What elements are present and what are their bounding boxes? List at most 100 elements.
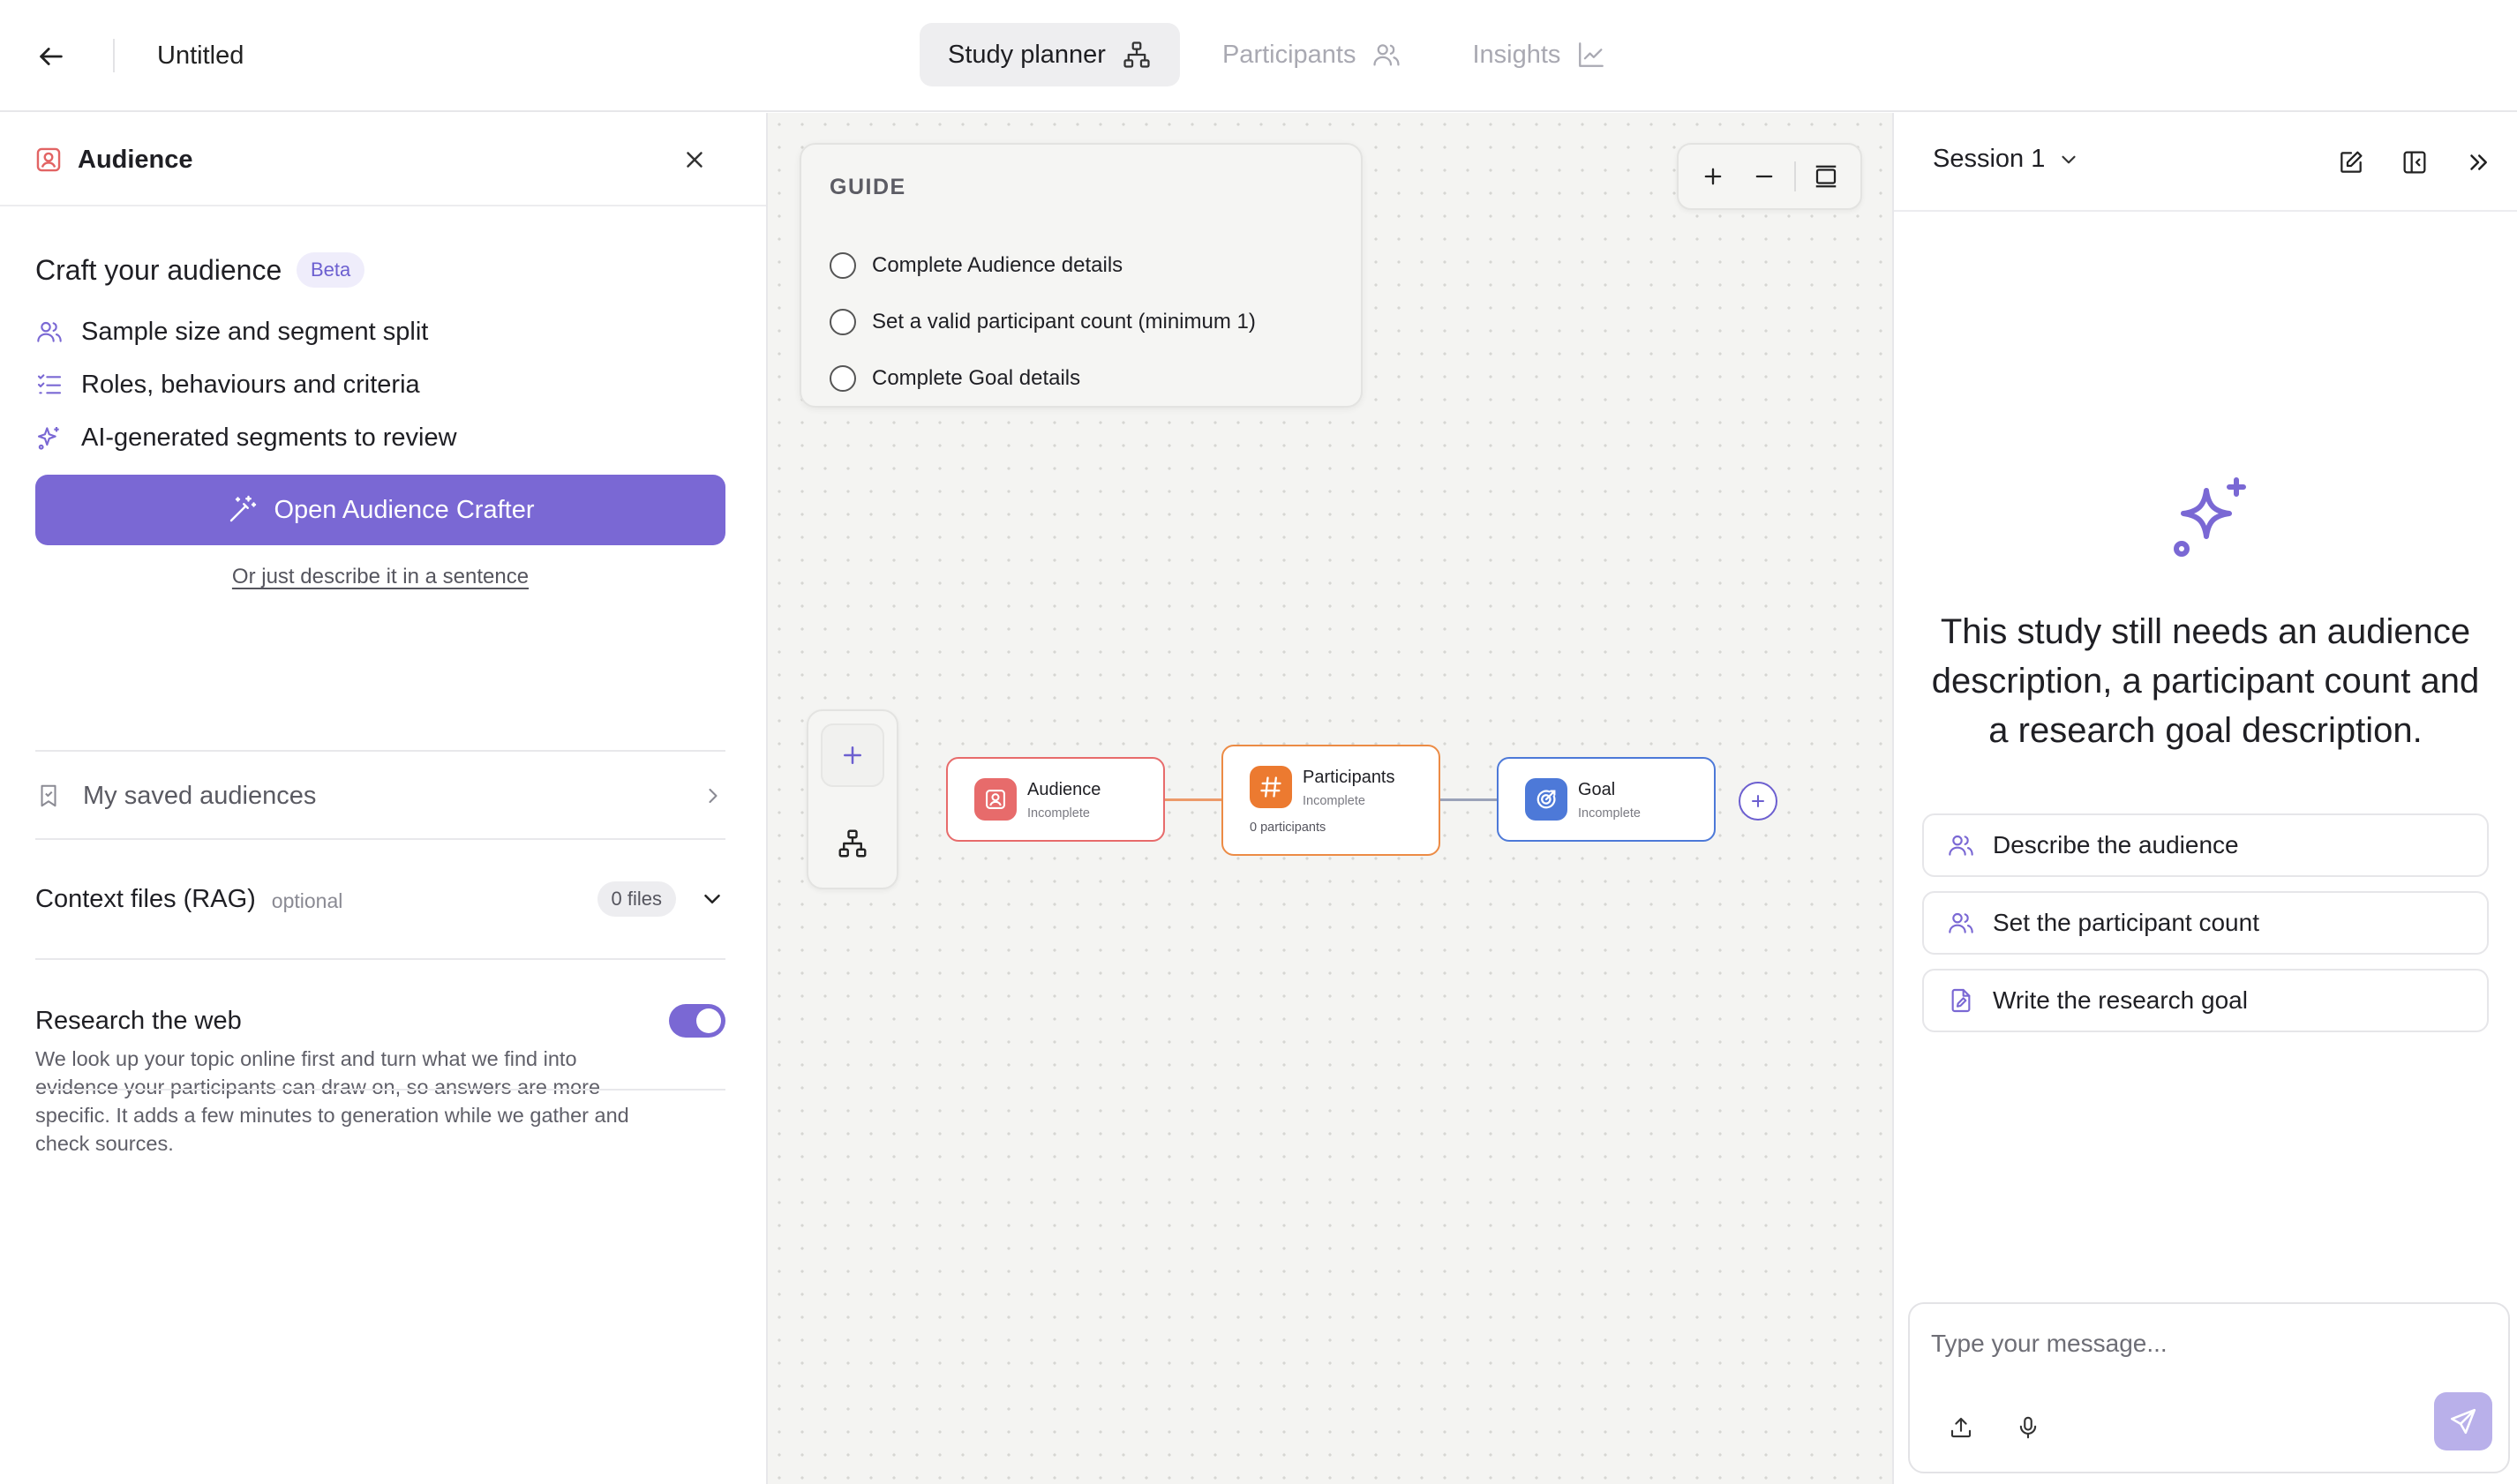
- files-count-badge: 0 files: [597, 881, 676, 917]
- saved-audiences-row[interactable]: My saved audiences: [35, 752, 725, 840]
- sitemap-icon: [838, 829, 867, 858]
- describe-in-sentence-link[interactable]: Or just describe it in a sentence: [0, 565, 761, 589]
- view-tabs: Study planner Participants Insights: [920, 23, 1634, 86]
- auto-layout-button[interactable]: [821, 812, 884, 875]
- guide-title: GUIDE: [830, 175, 906, 199]
- node-title: Goal: [1578, 780, 1616, 799]
- edge-audience-participants: [1165, 798, 1221, 801]
- collapse-panel-button[interactable]: [2457, 141, 2499, 184]
- microphone-icon: [2019, 1416, 2037, 1439]
- zoom-controls: [1677, 143, 1862, 210]
- context-files-label: Context files (RAG): [35, 884, 256, 913]
- sparkle-icon: [2174, 477, 2246, 557]
- document-title[interactable]: Untitled: [157, 39, 244, 72]
- users-icon: [1373, 44, 1401, 66]
- tab-participants[interactable]: Participants: [1194, 23, 1431, 86]
- checklist-icon: [37, 374, 62, 394]
- flow-canvas[interactable]: GUIDE Complete Audience details Set a va…: [768, 113, 1892, 1484]
- divider: [113, 39, 115, 72]
- line-chart-icon: [1579, 42, 1604, 67]
- feature-roles: Roles, behaviours and criteria: [35, 367, 420, 402]
- saved-audiences-label: My saved audiences: [83, 781, 317, 810]
- checkbox-circle-icon[interactable]: [830, 252, 856, 279]
- open-audience-crafter-button[interactable]: Open Audience Crafter: [35, 475, 725, 545]
- tab-label: Study planner: [948, 40, 1106, 69]
- empty-state-message: This study still needs an audience descr…: [1931, 612, 2480, 750]
- node-goal[interactable]: Goal Incomplete: [1497, 757, 1716, 842]
- sitemap-icon: [1123, 41, 1150, 68]
- suggestion-participant-count[interactable]: Set the participant count: [1922, 891, 2489, 955]
- plus-icon: [1752, 795, 1764, 807]
- zoom-in-button[interactable]: [1692, 155, 1734, 198]
- users-icon: [1949, 835, 1973, 856]
- guide-item[interactable]: Complete Audience details: [830, 252, 1123, 279]
- top-bar: Untitled Study planner Participants Insi…: [0, 0, 2517, 112]
- plus-icon: [1704, 168, 1722, 185]
- audience-icon: [36, 147, 61, 172]
- suggestion-describe-audience[interactable]: Describe the audience: [1922, 813, 2489, 877]
- node-audience[interactable]: Audience Incomplete: [946, 757, 1165, 842]
- voice-input-button[interactable]: [2009, 1408, 2047, 1447]
- close-icon: [687, 152, 703, 168]
- craft-title: Craft your audience: [35, 254, 282, 286]
- guide-item-label: Complete Audience details: [872, 253, 1123, 277]
- guide-item-label: Set a valid participant count (minimum 1…: [872, 310, 1256, 334]
- suggestion-label: Describe the audience: [1993, 831, 2239, 858]
- upload-button[interactable]: [1942, 1408, 1980, 1447]
- suggestion-research-goal[interactable]: Write the research goal: [1922, 969, 2489, 1032]
- fit-view-button[interactable]: [1805, 155, 1847, 198]
- users-icon: [1949, 912, 1973, 933]
- magic-wand-icon: [230, 495, 257, 522]
- plus-icon: [844, 746, 861, 764]
- panel-left-icon: [2403, 151, 2426, 174]
- context-files-row[interactable]: Context files (RAG) optional 0 files: [35, 851, 725, 948]
- zoom-out-button[interactable]: [1743, 155, 1785, 198]
- add-node-button[interactable]: [821, 723, 884, 787]
- participants-count: 0 participants: [1250, 821, 1326, 835]
- message-composer: [1908, 1302, 2510, 1473]
- feature-ai-segments: AI-generated segments to review: [35, 420, 457, 455]
- tab-insights[interactable]: Insights: [1444, 23, 1634, 86]
- guide-item[interactable]: Set a valid participant count (minimum 1…: [830, 309, 1256, 335]
- node-title: Participants: [1303, 768, 1395, 787]
- tab-label: Participants: [1221, 40, 1356, 69]
- edit-icon: [2340, 151, 2363, 173]
- arrow-left-icon: [40, 48, 63, 65]
- tab-label: Insights: [1472, 40, 1561, 69]
- chevron-down-icon: [2062, 155, 2076, 163]
- research-web-toggle[interactable]: [669, 1004, 725, 1038]
- toggle-sidebar-button[interactable]: [2393, 141, 2436, 184]
- close-panel-button[interactable]: [676, 141, 713, 178]
- divider: [1794, 161, 1796, 191]
- node-title: Audience: [1027, 780, 1101, 799]
- guide-card: GUIDE Complete Audience details Set a va…: [800, 143, 1363, 408]
- checkbox-circle-icon[interactable]: [830, 309, 856, 335]
- back-button[interactable]: [32, 37, 71, 76]
- chevron-right-icon: [709, 788, 718, 804]
- send-button[interactable]: [2434, 1392, 2492, 1450]
- checkbox-circle-icon[interactable]: [830, 365, 856, 392]
- node-status: Incomplete: [1578, 806, 1641, 821]
- chevron-down-icon[interactable]: [699, 886, 725, 912]
- target-icon: [1525, 778, 1567, 821]
- node-status: Incomplete: [1303, 794, 1365, 808]
- toggle-knob: [696, 1008, 721, 1033]
- node-status: Incomplete: [1027, 806, 1090, 821]
- new-session-button[interactable]: [2330, 141, 2372, 184]
- feature-label: AI-generated segments to review: [81, 423, 457, 452]
- node-participants[interactable]: Participants Incomplete 0 participants: [1221, 745, 1440, 856]
- chevrons-right-icon: [2470, 154, 2487, 170]
- tab-study-planner[interactable]: Study planner: [920, 23, 1180, 86]
- message-input[interactable]: [1931, 1322, 2478, 1366]
- guide-item[interactable]: Complete Goal details: [830, 365, 1080, 392]
- session-selector[interactable]: Session 1: [1933, 145, 2080, 174]
- add-step-button[interactable]: [1739, 782, 1777, 821]
- session-label: Session 1: [1933, 145, 2046, 173]
- assistant-panel: Session 1 This study still needs an audi…: [1892, 113, 2517, 1484]
- beta-badge: Beta: [297, 252, 365, 288]
- divider: [35, 958, 725, 960]
- bookmark-icon: [41, 784, 56, 807]
- sparkles-icon: [37, 427, 59, 450]
- divider: [35, 838, 725, 840]
- panel-title: Audience: [78, 146, 193, 174]
